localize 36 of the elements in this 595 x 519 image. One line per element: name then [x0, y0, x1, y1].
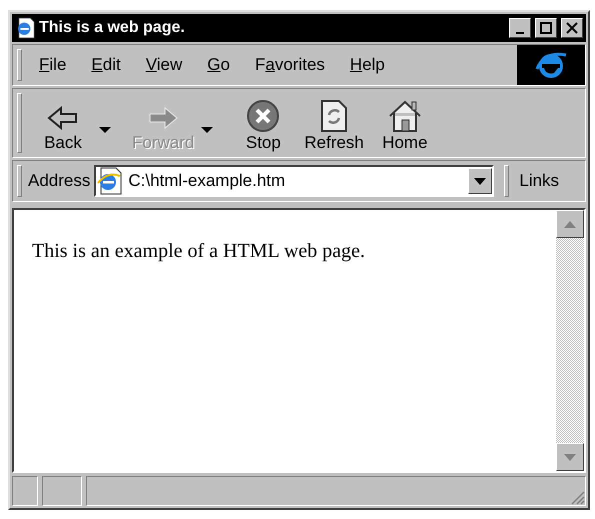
back-button[interactable]: Back	[28, 93, 98, 153]
status-pane	[42, 476, 82, 506]
maximize-button[interactable]	[535, 18, 557, 38]
window-title: This is a web page.	[39, 19, 186, 37]
home-button[interactable]: Home	[370, 93, 440, 153]
stop-icon	[246, 99, 280, 133]
scroll-up-button[interactable]	[556, 210, 584, 238]
down-arrow-icon	[564, 454, 576, 460]
minimize-button[interactable]	[509, 18, 531, 38]
maximize-icon	[540, 22, 552, 34]
menu-item[interactable]: File	[28, 53, 78, 77]
refresh-page-icon	[319, 99, 350, 133]
menu-item[interactable]: Edit	[80, 53, 132, 77]
menu-item[interactable]: Favorites	[244, 53, 336, 77]
back-arrow-icon	[46, 103, 80, 133]
links-button[interactable]: Links	[515, 171, 564, 191]
scroll-down-button[interactable]	[556, 443, 584, 471]
address-label: Address	[28, 171, 90, 191]
page-e-icon	[96, 167, 122, 195]
menu-item[interactable]: Help	[338, 53, 396, 77]
caret-icon	[474, 178, 486, 184]
menu-item[interactable]: Go	[196, 53, 241, 77]
home-icon	[386, 99, 423, 133]
menu-item[interactable]: View	[134, 53, 194, 77]
refresh-button[interactable]: Refresh	[298, 93, 370, 153]
address-field[interactable]: C:\html-example.htm	[94, 165, 494, 197]
close-button[interactable]	[561, 18, 583, 38]
close-icon	[566, 22, 578, 34]
page-e-icon	[15, 17, 35, 39]
up-arrow-icon	[564, 220, 576, 228]
page-text: This is an example of a HTML web page.	[32, 240, 366, 263]
stop-button[interactable]: Stop	[228, 93, 298, 153]
status-pane	[12, 476, 38, 506]
dropdown-button[interactable]	[468, 168, 492, 194]
minimize-icon	[516, 32, 524, 34]
scrollbar[interactable]	[556, 210, 584, 471]
